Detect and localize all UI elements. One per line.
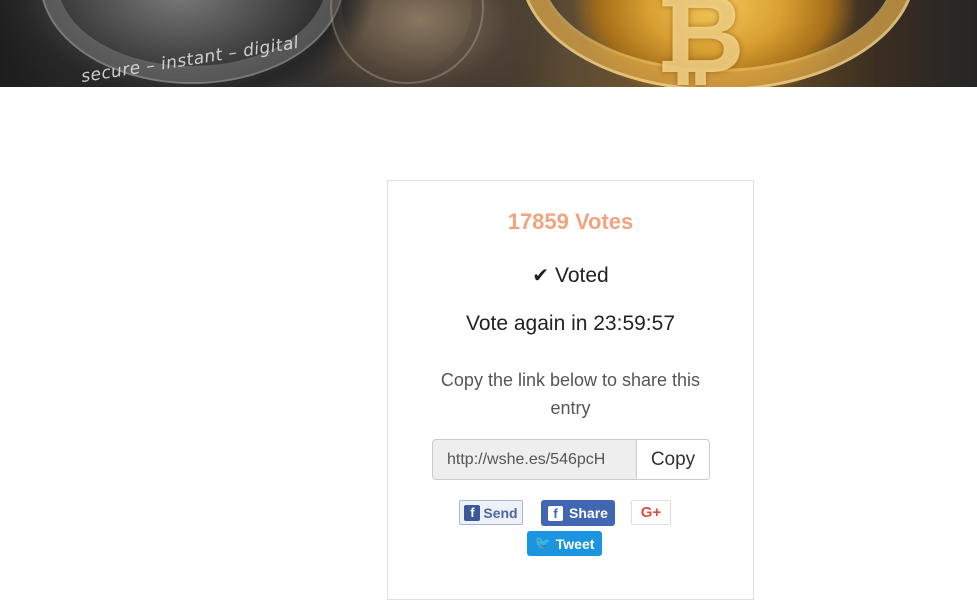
google-plus-icon: G+ bbox=[640, 504, 662, 521]
twitter-bird-icon: 🐦 bbox=[534, 536, 551, 551]
facebook-share-button[interactable]: f Share bbox=[541, 500, 615, 526]
vote-again-countdown: Vote again in 23:59:57 bbox=[465, 312, 675, 335]
facebook-share-label: Share bbox=[569, 505, 608, 521]
check-icon: ✔ bbox=[532, 263, 550, 287]
voted-label: Voted bbox=[555, 264, 609, 287]
silver-coin-graphic-small bbox=[330, 0, 484, 84]
facebook-icon: f bbox=[548, 505, 564, 521]
voted-status: ✔ Voted bbox=[388, 263, 753, 288]
google-plus-button[interactable]: G+ bbox=[631, 500, 671, 525]
header-banner-image: ₿ secure – instant – digital bbox=[0, 0, 977, 87]
tweet-label: Tweet bbox=[555, 535, 595, 552]
share-link-input[interactable] bbox=[432, 439, 636, 480]
vote-count: 17859 Votes bbox=[507, 209, 634, 234]
bitcoin-symbol-icon: ₿ bbox=[655, 0, 745, 87]
facebook-send-button[interactable]: f Send bbox=[459, 500, 523, 525]
facebook-icon: f bbox=[464, 504, 481, 521]
facebook-send-label: Send bbox=[483, 504, 518, 521]
share-instructions: Copy the link below to share this entry bbox=[440, 370, 701, 418]
copy-button[interactable]: Copy bbox=[636, 439, 710, 480]
vote-card: 17859 Votes ✔ Voted Vote again in 23:59:5… bbox=[387, 180, 754, 600]
tweet-button[interactable]: 🐦 Tweet bbox=[527, 531, 602, 556]
share-link-group: Copy bbox=[432, 439, 710, 480]
